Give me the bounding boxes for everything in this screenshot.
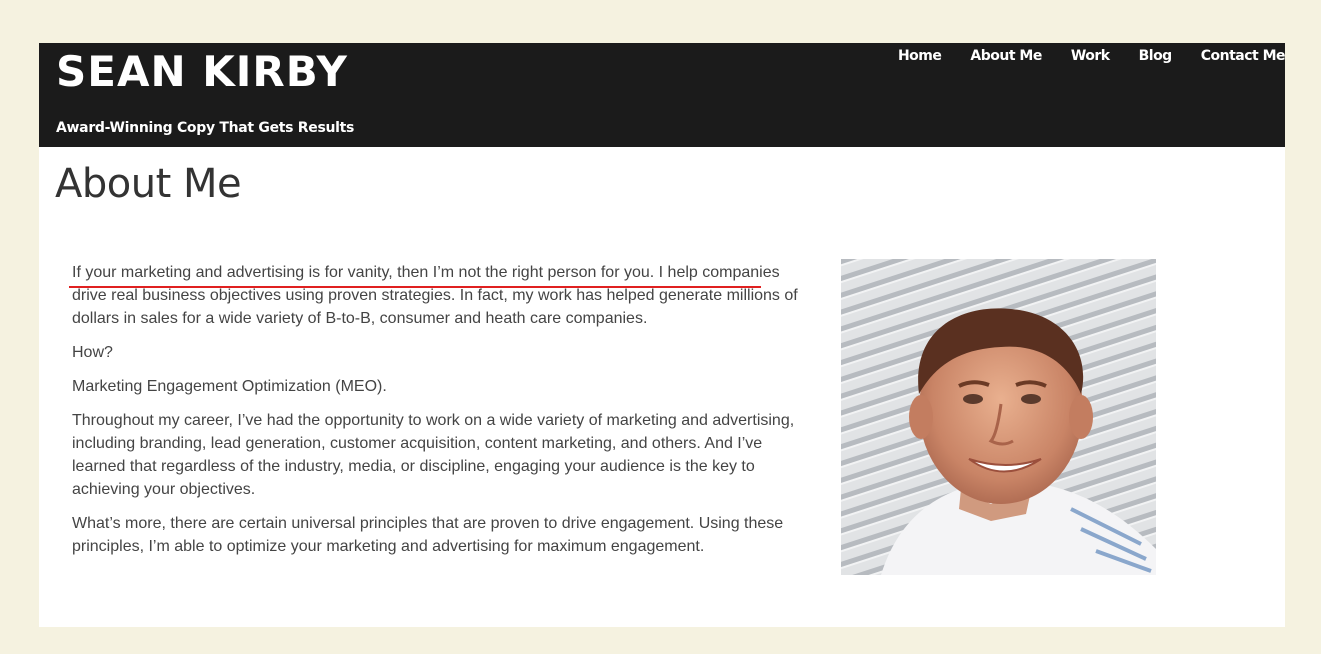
paragraph-career: Throughout my career, I’ve had the oppor… <box>72 412 795 498</box>
site-tagline: Award-Winning Copy That Gets Results <box>56 120 355 136</box>
profile-photo <box>841 259 1156 575</box>
profile-photo-image <box>841 259 1156 575</box>
about-text: If your marketing and advertising is for… <box>72 261 808 569</box>
paragraph-how: How? <box>72 344 113 361</box>
nav-blog[interactable]: Blog <box>1139 48 1173 64</box>
site-title[interactable]: SEAN KIRBY <box>56 47 348 96</box>
site-header: SEAN KIRBY Award-Winning Copy That Gets … <box>39 43 1285 147</box>
nav-contact-me[interactable]: Contact Me <box>1201 48 1285 64</box>
nav-work[interactable]: Work <box>1071 48 1110 64</box>
page-title: About Me <box>55 161 242 207</box>
paragraph-principles: What’s more, there are certain universal… <box>72 515 784 555</box>
nav-home[interactable]: Home <box>898 48 942 64</box>
annotation-underline <box>69 286 761 288</box>
paragraph-intro: If your marketing and advertising is for… <box>72 264 798 327</box>
paragraph-meo: Marketing Engagement Optimization (MEO). <box>72 378 387 395</box>
browser-content: SEAN KIRBY Award-Winning Copy That Gets … <box>39 43 1285 627</box>
main-nav: Home About Me Work Blog Contact Me <box>869 48 1285 64</box>
nav-about-me[interactable]: About Me <box>970 48 1042 64</box>
